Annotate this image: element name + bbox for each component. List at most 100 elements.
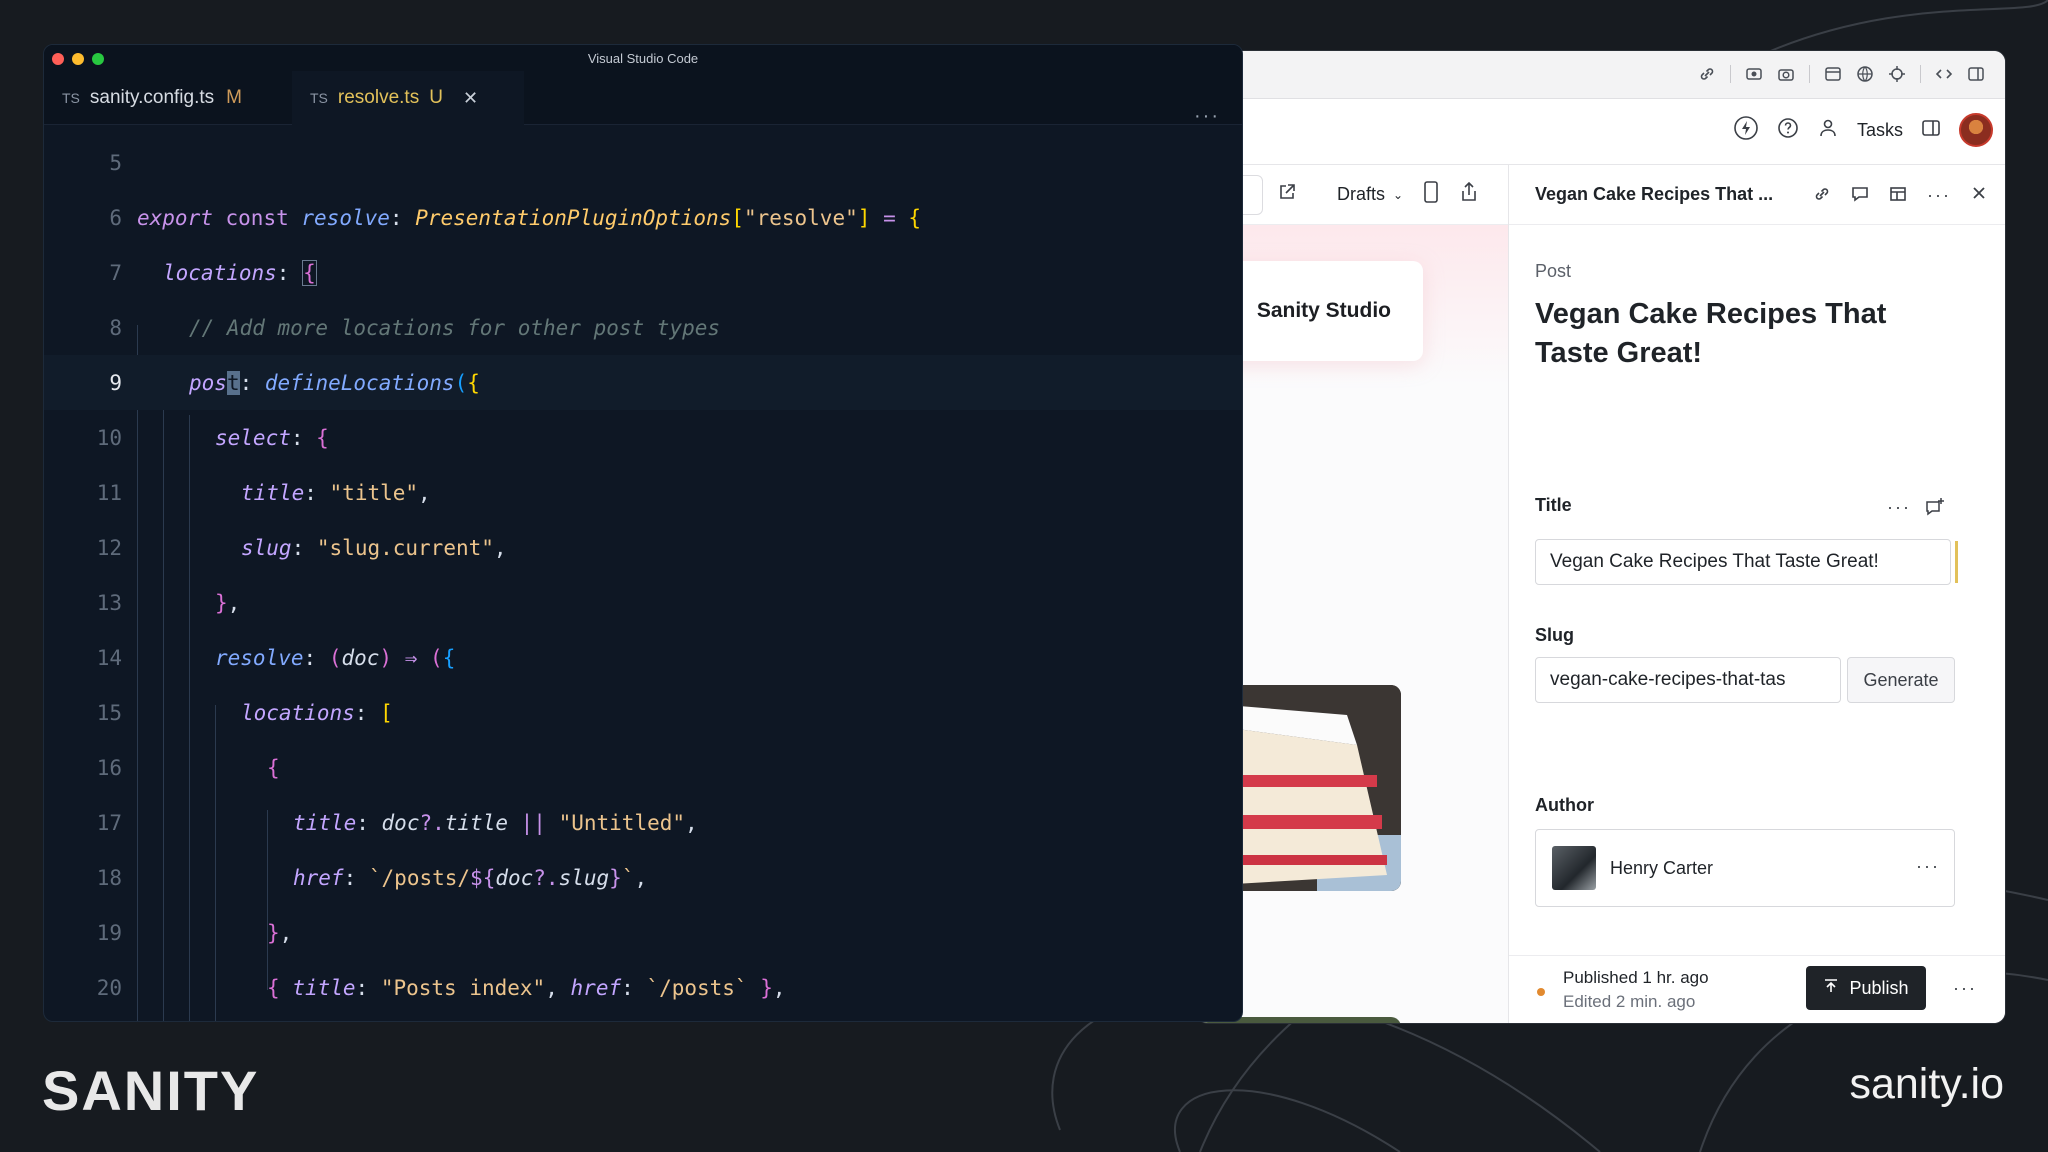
line-number: 5 [109, 150, 122, 175]
open-external-icon[interactable] [1277, 182, 1297, 207]
document-header-title: Vegan Cake Recipes That ... [1535, 184, 1774, 204]
screenshot-icon[interactable] [1745, 65, 1763, 83]
code-line: 19}, [44, 905, 1242, 960]
line-number: 11 [96, 480, 122, 505]
author-field-label: Author [1535, 795, 1594, 815]
line-number: 20 [96, 975, 122, 1000]
status-dot-icon [1537, 988, 1545, 996]
line-number: 8 [109, 315, 122, 340]
window-title: Visual Studio Code [587, 51, 699, 66]
author-reference[interactable]: Henry Carter ··· [1535, 829, 1955, 907]
sanity-url: sanity.io [1849, 1060, 2004, 1108]
perspective-select[interactable]: Drafts ⌄ [1337, 184, 1403, 205]
code-line: 7 locations: { [44, 245, 1242, 300]
generate-button[interactable]: Generate [1847, 657, 1955, 703]
code-line: 14 resolve: (doc) ⇒ ({ [44, 630, 1242, 685]
change-indicator [1955, 541, 1958, 583]
preview-toolbar: Drafts ⌄ [1197, 165, 1508, 225]
link-icon[interactable] [1813, 185, 1831, 208]
tab-sanity-config[interactable]: TS sanity.config.ts M [44, 71, 284, 125]
line-number: 14 [96, 645, 122, 670]
document-type: Post [1535, 261, 1572, 281]
tab-status: U [429, 87, 443, 108]
code-line: 8// Add more locations for other post ty… [44, 300, 1242, 355]
users-icon[interactable] [1817, 117, 1839, 144]
vscode-titlebar: Visual Studio Code [44, 45, 1242, 71]
sanity-logo: SANITY [42, 1059, 260, 1122]
code-line: 16{ [44, 740, 1242, 795]
publish-icon [1823, 978, 1839, 999]
line-number: 17 [96, 810, 122, 835]
title-field-label: Title [1535, 495, 1572, 515]
tab-label: resolve.ts [337, 87, 420, 108]
line-number: 18 [96, 865, 122, 890]
perspective-label: Drafts [1337, 184, 1386, 204]
studio-navbar: Tasks [1197, 99, 2005, 165]
publish-label: Publish [1849, 977, 1909, 998]
comment-icon[interactable] [1851, 185, 1869, 208]
document-footer: Published 1 hr. ago Edited 2 min. ago Pu… [1509, 955, 2005, 1023]
author-avatar [1552, 846, 1596, 890]
code-line: 17 title: doc?.title || "Untitled", [44, 795, 1242, 850]
preview-pane: Drafts ⌄ sts Sanity Studio [1197, 165, 1509, 1023]
close-icon[interactable] [1971, 185, 1987, 208]
line-number: 9 [109, 370, 122, 395]
line-number: 7 [109, 260, 122, 285]
line-number: 19 [96, 920, 122, 945]
line-number: 15 [96, 700, 122, 725]
publish-button[interactable]: Publish [1806, 966, 1926, 1010]
close-icon[interactable]: ✕ [463, 88, 478, 109]
typescript-icon: TS [62, 90, 80, 106]
document-header: Vegan Cake Recipes That ... ··· [1509, 165, 2005, 225]
typescript-icon: TS [310, 90, 328, 106]
nav-link-studio[interactable]: Sanity Studio [1257, 299, 1391, 323]
sidebar-icon[interactable] [1967, 65, 1985, 83]
line-number: 13 [96, 590, 122, 615]
crosshair-icon[interactable] [1888, 65, 1906, 83]
more-icon[interactable]: ··· [1927, 185, 1951, 208]
code-line: 10 select: { [44, 410, 1242, 465]
tasks-button[interactable]: Tasks [1857, 120, 1903, 141]
link-icon[interactable] [1698, 65, 1716, 83]
code-line: 6 export const resolve: PresentationPlugi… [44, 190, 1242, 245]
code-editor[interactable]: 5 6 export const resolve: PresentationPlu… [44, 125, 1242, 1021]
globe-icon[interactable] [1856, 65, 1874, 83]
published-status: Published 1 hr. ago [1563, 968, 1709, 987]
document-title: Vegan Cake Recipes That Taste Great! [1535, 298, 1887, 369]
share-icon[interactable] [1459, 181, 1479, 208]
user-avatar[interactable] [1959, 113, 1993, 147]
window-icon[interactable] [1824, 65, 1842, 83]
code-line: 5 [44, 135, 1242, 190]
code-icon[interactable] [1935, 65, 1953, 83]
tab-status: M [226, 87, 242, 108]
mobile-icon[interactable] [1423, 181, 1439, 208]
line-number: 16 [96, 755, 122, 780]
code-line: 18 href: `/posts/${doc?.slug}`, [44, 850, 1242, 905]
help-icon[interactable] [1777, 117, 1799, 144]
edited-status: Edited 2 min. ago [1563, 992, 1696, 1011]
code-line: 15 locations: [ [44, 685, 1242, 740]
document-pane: Vegan Cake Recipes That ... ··· Post Veg… [1509, 165, 2005, 1023]
line-number: 12 [96, 535, 122, 560]
title-input[interactable]: Vegan Cake Recipes That Taste Great! [1535, 539, 1951, 585]
line-number: 6 [109, 205, 122, 230]
footer-more-icon[interactable]: ··· [1953, 978, 1977, 999]
split-pane-icon[interactable] [1889, 185, 1907, 208]
tab-resolve[interactable]: TS resolve.ts U ✕ [292, 71, 524, 125]
chevron-down-icon: ⌄ [1393, 187, 1404, 202]
panel-icon[interactable] [1921, 118, 1941, 143]
slug-field-label: Slug [1535, 625, 1574, 645]
field-more-icon[interactable]: ··· [1887, 497, 1911, 518]
editor-tabs: TS sanity.config.ts M TS resolve.ts U ✕ … [44, 71, 1242, 127]
code-line: 11 title: "title", [44, 465, 1242, 520]
slug-input[interactable]: vegan-cake-recipes-that-tas [1535, 657, 1841, 703]
code-line-active: 9 post: defineLocations({ [44, 355, 1242, 410]
browser-toolbar [1197, 51, 2005, 99]
code-line: 13}, [44, 575, 1242, 630]
camera-icon[interactable] [1777, 65, 1795, 83]
author-more-icon[interactable]: ··· [1916, 856, 1940, 877]
tab-label: sanity.config.ts [89, 87, 215, 108]
code-line: 20{ title: "Posts index", href: `/posts`… [44, 960, 1242, 1015]
add-comment-icon[interactable] [1925, 497, 1945, 522]
bolt-icon[interactable] [1733, 115, 1759, 146]
